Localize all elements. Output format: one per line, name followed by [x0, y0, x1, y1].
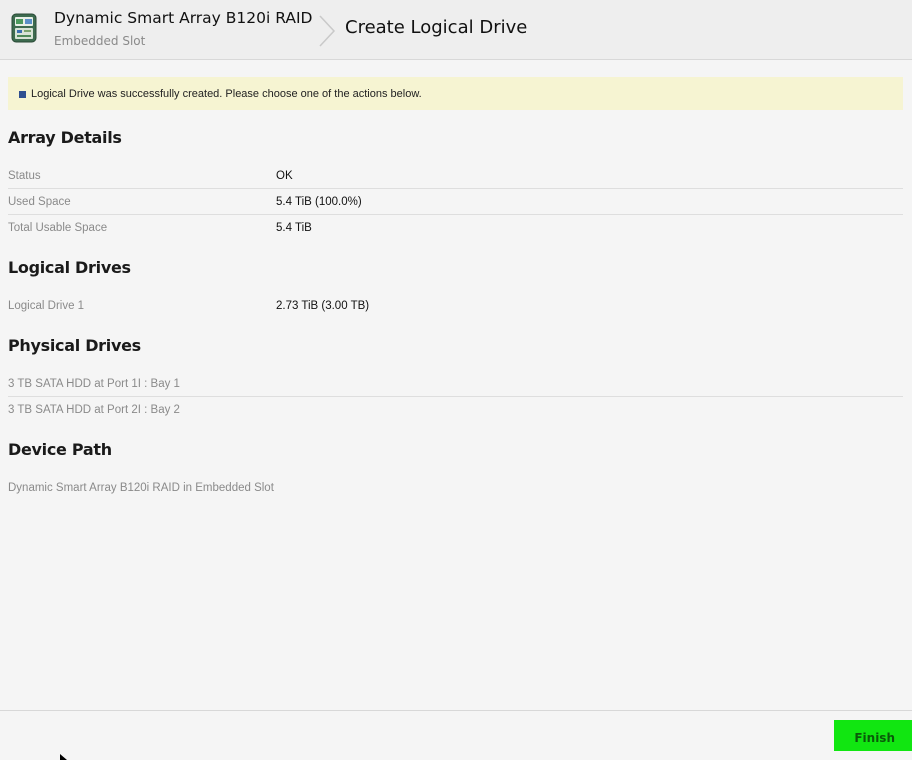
- device-path-value: Dynamic Smart Array B120i RAID in Embedd…: [8, 482, 274, 494]
- notice-marker-icon: [19, 90, 26, 98]
- physical-drives-heading: Physical Drives: [8, 336, 141, 355]
- finish-button[interactable]: Finish: [834, 720, 912, 751]
- page-title: Create Logical Drive: [345, 17, 528, 38]
- detail-value: 5.4 TiB (100.0%): [276, 196, 362, 208]
- detail-row-used-space: Used Space 5.4 TiB (100.0%): [8, 190, 903, 215]
- detail-value: OK: [276, 170, 293, 182]
- device-path-heading: Device Path: [8, 440, 112, 459]
- mouse-cursor-icon: [60, 754, 67, 760]
- footer-bar: [0, 710, 912, 760]
- detail-row-status: Status OK: [8, 164, 903, 189]
- device-path-row: Dynamic Smart Array B120i RAID in Embedd…: [8, 476, 903, 501]
- detail-row-total-usable-space: Total Usable Space 5.4 TiB: [8, 216, 903, 241]
- controller-slot: Embedded Slot: [54, 34, 146, 48]
- notice-message: Logical Drive was successfully created. …: [31, 87, 422, 100]
- logical-drive-value: 2.73 TiB (3.00 TB): [276, 300, 370, 312]
- breadcrumb-chevron-icon: [319, 15, 336, 47]
- physical-drive-label: 3 TB SATA HDD at Port 1I : Bay 1: [8, 378, 180, 390]
- detail-value: 5.4 TiB: [276, 222, 312, 234]
- page-header: Dynamic Smart Array B120i RAID Embedded …: [0, 0, 912, 60]
- detail-label: Total Usable Space: [8, 222, 108, 234]
- logical-drive-row: Logical Drive 1 2.73 TiB (3.00 TB): [8, 294, 903, 319]
- detail-label: Used Space: [8, 196, 71, 208]
- array-details-heading: Array Details: [8, 128, 122, 147]
- physical-drive-label: 3 TB SATA HDD at Port 2I : Bay 2: [8, 404, 180, 416]
- controller-name: Dynamic Smart Array B120i RAID: [54, 9, 313, 27]
- controller-card-icon: [11, 13, 37, 43]
- logical-drive-label: Logical Drive 1: [8, 300, 85, 312]
- physical-drive-row: 3 TB SATA HDD at Port 1I : Bay 1: [8, 372, 903, 397]
- logical-drives-heading: Logical Drives: [8, 258, 131, 277]
- success-notice: Logical Drive was successfully created. …: [8, 77, 903, 110]
- detail-label: Status: [8, 170, 41, 182]
- physical-drive-row: 3 TB SATA HDD at Port 2I : Bay 2: [8, 398, 903, 423]
